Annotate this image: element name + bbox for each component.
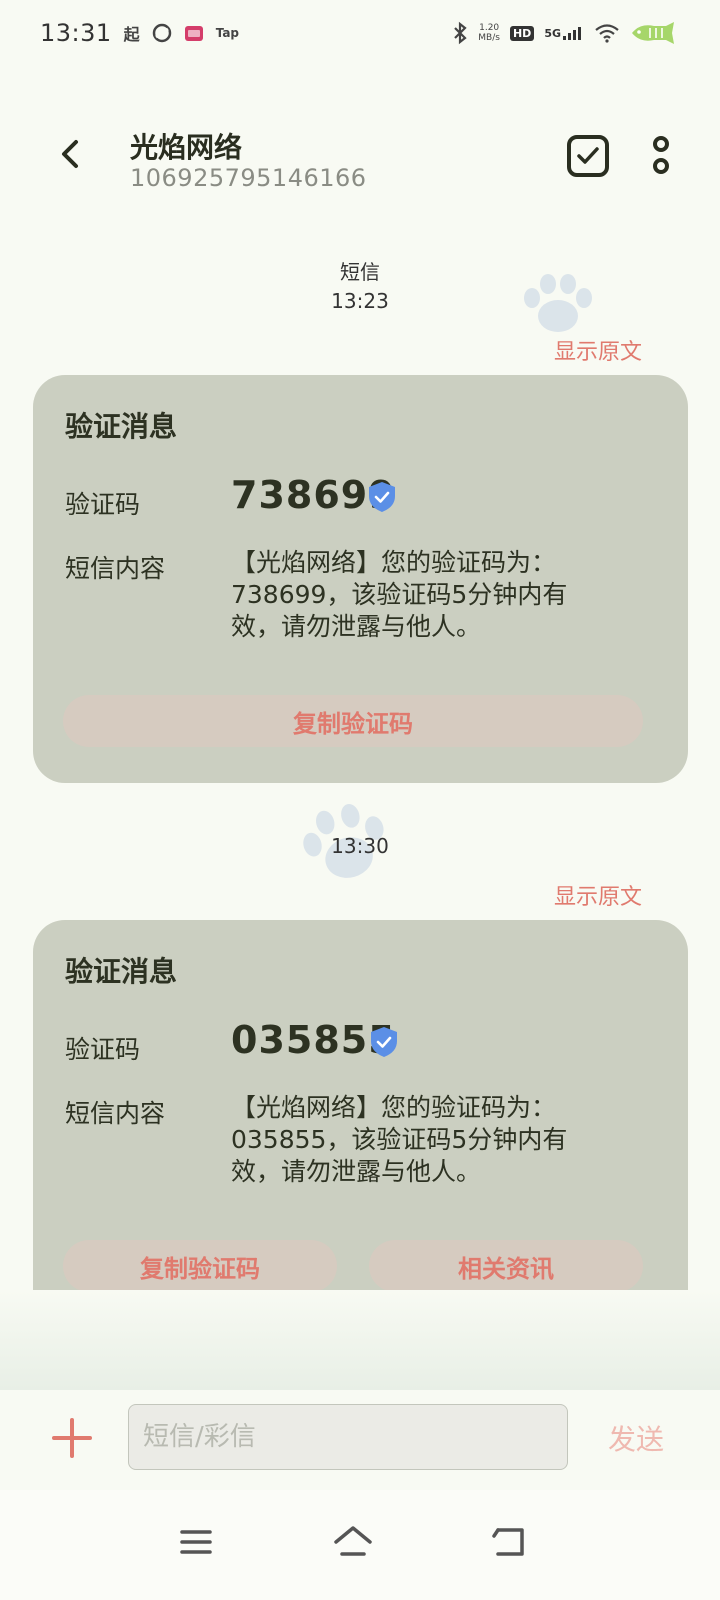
status-right: 1.20 MB/s HD 5G (452, 21, 680, 45)
taptap-app-icon: Tap (215, 26, 240, 40)
battery-fish-icon (632, 22, 674, 44)
menu-icon[interactable] (174, 1520, 218, 1564)
contact-name: 光焰网络 (130, 131, 243, 164)
sms-content: 【光焰网络】您的验证码为：738699，该验证码5分钟内有效，请勿泄露与他人。 (231, 548, 568, 641)
show-original-link[interactable]: 显示原文 (554, 879, 642, 911)
message-type-label: 短信 (340, 260, 380, 284)
verification-card: 验证消息 验证码 738699 短信内容 【光焰网络】您的验证码为：738699… (33, 375, 688, 783)
content-label: 短信内容 (65, 554, 166, 583)
network-speed: 1.20 MB/s (478, 23, 500, 43)
code-label: 验证码 (65, 1035, 141, 1064)
code-label: 验证码 (65, 490, 141, 519)
status-time: 13:31 (40, 19, 112, 47)
bilibili-app-icon (184, 26, 203, 41)
hd-badge: HD (509, 25, 535, 41)
browser-app-icon (152, 23, 171, 43)
cell-signal-icon: 5G (544, 26, 584, 40)
show-original-link[interactable]: 显示原文 (554, 334, 642, 366)
card-title: 验证消息 (65, 955, 178, 988)
verified-shield-icon (371, 1027, 397, 1057)
conversation-header: 光焰网络 106925795146166 (0, 112, 720, 208)
sms-content: 【光焰网络】您的验证码为：035855，该验证码5分钟内有效，请勿泄露与他人。 (231, 1093, 568, 1186)
message-timestamp: 13:30 (331, 834, 389, 858)
bottom-fade (0, 1290, 720, 1390)
network-speed-value: 1.20 (479, 23, 500, 33)
related-info-button[interactable]: 相关资讯 (369, 1240, 643, 1292)
back-icon[interactable] (488, 1520, 532, 1564)
network-type: 5G (544, 27, 561, 40)
copy-code-button[interactable]: 复制验证码 (63, 1240, 337, 1292)
add-attachment-icon[interactable] (50, 1416, 94, 1460)
back-arrow-icon[interactable] (48, 132, 92, 176)
card-title: 验证消息 (65, 410, 178, 443)
verification-card: 验证消息 验证码 035855 短信内容 【光焰网络】您的验证码为：035855… (33, 920, 688, 1328)
wifi-icon (595, 24, 619, 43)
qidian-app-icon: 起 (123, 25, 140, 44)
home-icon[interactable] (331, 1520, 375, 1564)
compose-bar: 发送 (0, 1390, 720, 1490)
message-timestamp: 13:23 (331, 289, 389, 313)
verified-shield-icon (369, 482, 395, 512)
message-input[interactable] (128, 1404, 568, 1470)
copy-code-button[interactable]: 复制验证码 (63, 695, 643, 747)
select-messages-icon[interactable] (566, 134, 610, 178)
send-button[interactable]: 发送 (608, 1418, 664, 1458)
status-bar: 13:31 起 Tap 1.20 MB/s HD 5G (0, 0, 720, 66)
content-label: 短信内容 (65, 1099, 166, 1128)
more-options-icon[interactable] (646, 134, 676, 178)
system-navigation-bar (0, 1490, 720, 1600)
status-left: 13:31 起 Tap (40, 19, 239, 47)
bluetooth-icon (454, 21, 467, 45)
contact-number: 106925795146166 (130, 164, 367, 192)
network-speed-unit: MB/s (478, 33, 500, 43)
